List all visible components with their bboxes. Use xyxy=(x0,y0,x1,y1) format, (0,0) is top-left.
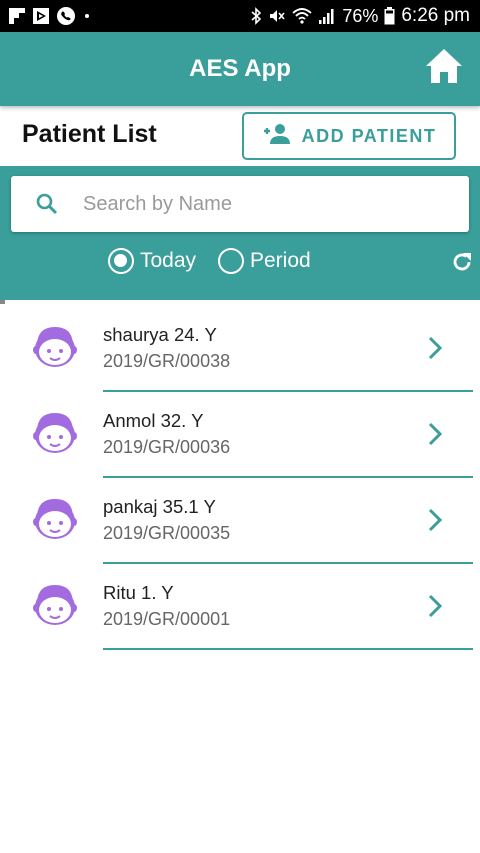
radio-unselected-icon xyxy=(218,248,244,274)
flipboard-icon xyxy=(8,7,26,25)
search-icon xyxy=(11,192,83,216)
radio-today-label: Today xyxy=(140,249,197,272)
phone-icon xyxy=(56,6,76,26)
add-person-icon xyxy=(262,123,290,150)
search-panel: Today Period xyxy=(0,166,480,300)
patient-name: Ritu 1. Y xyxy=(103,582,174,603)
patient-name: pankaj 35.1 Y xyxy=(103,496,216,517)
chevron-right-icon xyxy=(424,334,446,362)
status-right-icons: 76% 6:26 pm xyxy=(250,5,470,27)
play-store-icon xyxy=(32,7,50,25)
status-left-icons xyxy=(8,6,92,26)
wifi-icon xyxy=(292,7,312,25)
search-input[interactable] xyxy=(83,192,469,216)
screen: 76% 6:26 pm AES App Patient List ADD PAT… xyxy=(0,0,480,853)
chevron-right-icon xyxy=(424,592,446,620)
dot-icon xyxy=(82,11,92,21)
app-title: AES App xyxy=(189,55,291,82)
app-bar: AES App xyxy=(0,32,480,106)
chevron-right-icon xyxy=(424,506,446,534)
child-face-icon xyxy=(30,494,80,544)
patient-name: Anmol 32. Y xyxy=(103,410,204,431)
add-patient-button[interactable]: ADD PATIENT xyxy=(242,112,456,160)
patient-id: 2019/GR/00001 xyxy=(103,609,231,629)
patient-id: 2019/GR/00035 xyxy=(103,523,231,543)
list-item[interactable]: shaurya 24. Y 2019/GR/00038 xyxy=(0,300,480,392)
filter-row: Today Period xyxy=(0,248,480,282)
patient-id: 2019/GR/00038 xyxy=(103,351,231,371)
radio-period-label: Period xyxy=(250,249,311,272)
list-item[interactable]: pankaj 35.1 Y 2019/GR/00035 xyxy=(0,472,480,564)
status-time: 6:26 pm xyxy=(401,5,470,26)
battery-icon xyxy=(384,7,395,25)
child-face-icon xyxy=(30,322,80,372)
radio-period[interactable]: Period xyxy=(218,248,311,274)
radio-today[interactable]: Today xyxy=(108,248,196,274)
header-row: Patient List ADD PATIENT xyxy=(0,106,480,166)
divider xyxy=(103,648,473,650)
list-item[interactable]: Ritu 1. Y 2019/GR/00001 xyxy=(0,558,480,650)
home-button[interactable] xyxy=(422,46,466,90)
list-item[interactable]: Anmol 32. Y 2019/GR/00036 xyxy=(0,386,480,478)
patient-id: 2019/GR/00036 xyxy=(103,437,231,457)
refresh-button[interactable] xyxy=(448,248,476,280)
page-title: Patient List xyxy=(22,120,157,148)
child-face-icon xyxy=(30,580,80,630)
refresh-icon xyxy=(450,250,474,279)
mute-icon xyxy=(268,7,286,25)
signal-icon xyxy=(318,7,336,25)
patient-list: shaurya 24. Y 2019/GR/00038 Anmol 32. Y … xyxy=(0,300,480,650)
chevron-right-icon xyxy=(424,420,446,448)
radio-selected-icon xyxy=(108,248,134,274)
patient-name: shaurya 24. Y xyxy=(103,324,217,345)
status-bar: 76% 6:26 pm xyxy=(0,0,480,32)
child-face-icon xyxy=(30,408,80,458)
bluetooth-icon xyxy=(250,7,262,25)
home-icon xyxy=(424,47,464,90)
battery-percent: 76% xyxy=(342,5,379,26)
search-box xyxy=(11,176,469,232)
add-patient-label: ADD PATIENT xyxy=(301,125,437,146)
